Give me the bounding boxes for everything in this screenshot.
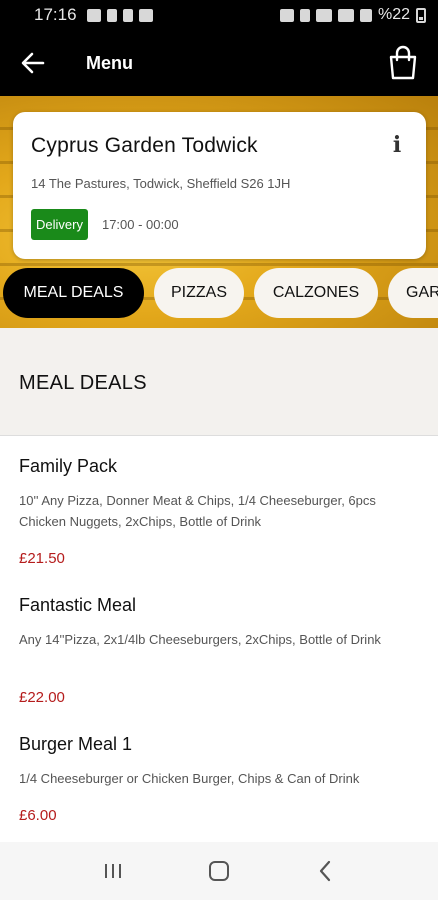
page-title: Menu [86, 52, 133, 73]
restaurant-name: Cyprus Garden Todwick [31, 134, 258, 157]
app-icon [122, 8, 133, 22]
basket-button[interactable] [386, 43, 420, 83]
message-icon [86, 8, 101, 22]
back-button[interactable] [8, 30, 58, 96]
section-title: MEAL DEALS [19, 372, 147, 394]
tab-pizzas[interactable]: PIZZAS [154, 268, 244, 318]
battery-level: %22 [377, 6, 410, 23]
system-nav-bar [0, 842, 438, 900]
back-nav-button[interactable] [305, 851, 345, 891]
home-icon [209, 861, 229, 881]
item-name: Burger Meal 1 [19, 734, 133, 754]
alarm-icon [279, 8, 294, 22]
item-price: £21.50 [19, 550, 65, 567]
restaurant-address: 14 The Pastures, Todwick, Sheffield S26 … [31, 176, 291, 191]
item-price: £22.00 [19, 689, 65, 706]
signal-icon [359, 8, 372, 22]
opening-hours: 17:00 - 00:00 [101, 217, 179, 232]
section-header: MEAL DEALS [0, 328, 438, 436]
tab-meal-deals[interactable]: MEAL DEALS [3, 268, 144, 318]
status-bar: 17:16 %22 [0, 0, 438, 30]
system-icons: %22 [279, 6, 426, 24]
restaurant-meta: Delivery 17:00 - 00:00 [31, 209, 408, 240]
category-tabs: MEAL DEALS PIZZAS CALZONES GAR [3, 268, 438, 320]
status-time: 17:16 [34, 5, 77, 24]
shopping-bag-icon [389, 45, 417, 80]
notification-icons [86, 8, 153, 22]
info-icon[interactable]: i [390, 134, 404, 156]
item-price: £6.00 [19, 807, 57, 824]
item-name: Family Pack [19, 456, 118, 476]
gallery-icon [138, 8, 153, 22]
wifi-icon [337, 8, 354, 22]
tab-garlic[interactable]: GAR [388, 268, 438, 318]
menu-item[interactable]: Burger Meal 1 1/4 Cheeseburger or Chicke… [0, 714, 438, 842]
app-header: Menu [0, 30, 438, 96]
battery-icon [416, 7, 426, 23]
restaurant-card: Cyprus Garden Todwick i 14 The Pastures,… [13, 112, 426, 259]
home-button[interactable] [199, 851, 239, 891]
tab-calzones[interactable]: CALZONES [254, 268, 378, 318]
item-description: 10'' Any Pizza, Donner Meat & Chips, 1/4… [19, 493, 376, 529]
item-description: Any 14''Pizza, 2x1/4lb Cheeseburgers, 2x… [19, 632, 381, 647]
menu-item[interactable]: Family Pack 10'' Any Pizza, Donner Meat … [0, 436, 438, 576]
mute-icon [299, 8, 310, 22]
back-nav-icon [319, 860, 331, 882]
notification-icon [106, 8, 117, 22]
item-name: Fantastic Meal [19, 595, 137, 615]
back-arrow-icon [21, 52, 45, 74]
recents-icon [105, 864, 121, 878]
delivery-badge: Delivery [31, 209, 88, 240]
menu-item[interactable]: Fantastic Meal Any 14''Pizza, 2x1/4lb Ch… [0, 575, 438, 715]
item-description: 1/4 Cheeseburger or Chicken Burger, Chip… [19, 771, 360, 786]
volte-icon [315, 8, 332, 22]
recents-button[interactable] [93, 851, 133, 891]
